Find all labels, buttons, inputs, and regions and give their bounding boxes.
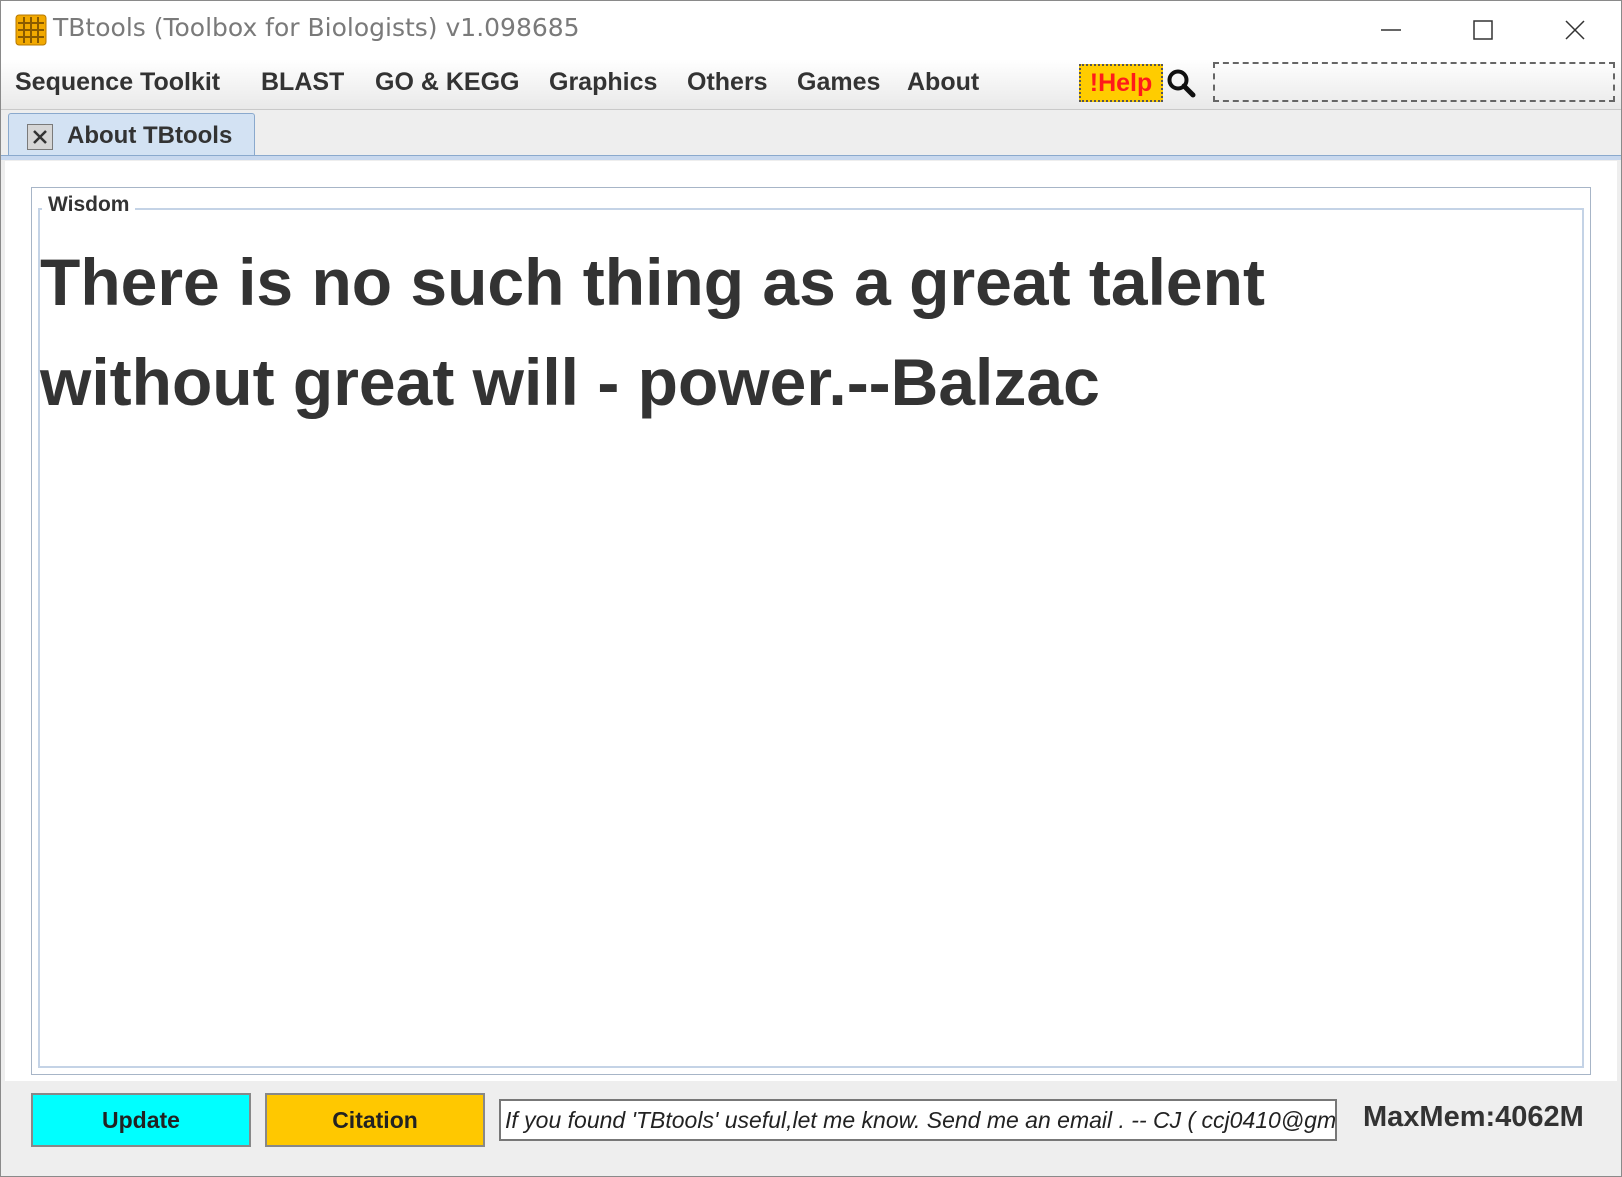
app-logo-icon (15, 14, 47, 46)
citation-button[interactable]: Citation (265, 1093, 485, 1147)
menu-go-kegg[interactable]: GO & KEGG (375, 68, 519, 97)
tab-underline (1, 155, 1621, 160)
contact-message-field[interactable]: If you found 'TBtools' useful,let me kno… (499, 1099, 1337, 1141)
window-title: TBtools (Toolbox for Biologists) v1.0986… (53, 13, 580, 42)
search-input[interactable] (1213, 62, 1615, 102)
maximize-icon (1473, 20, 1493, 40)
update-button[interactable]: Update (31, 1093, 251, 1147)
menu-graphics[interactable]: Graphics (549, 68, 657, 97)
close-window-button[interactable] (1529, 1, 1621, 59)
tab-bar: About TBtools (1, 110, 1621, 160)
citation-button-label: Citation (332, 1106, 418, 1133)
menu-about[interactable]: About (907, 68, 979, 97)
minimize-icon (1381, 29, 1401, 31)
app-window: TBtools (Toolbox for Biologists) v1.0986… (0, 0, 1622, 1177)
tab-about-tbtools[interactable]: About TBtools (8, 113, 255, 156)
maximize-button[interactable] (1437, 1, 1529, 59)
minimize-button[interactable] (1345, 1, 1437, 59)
menu-bar: Sequence Toolkit BLAST GO & KEGG Graphic… (1, 59, 1621, 110)
wisdom-panel: Wisdom There is no such thing as a great… (31, 187, 1591, 1075)
menu-blast[interactable]: BLAST (261, 68, 344, 97)
close-tab-icon (33, 130, 47, 144)
wisdom-quote: There is no such thing as a great talent… (40, 245, 1265, 419)
help-label: !Help (1089, 68, 1153, 97)
tab-content: Wisdom There is no such thing as a great… (5, 161, 1617, 1081)
close-icon (1565, 20, 1585, 40)
menu-games[interactable]: Games (797, 68, 880, 97)
max-memory-label: MaxMem:4062M (1363, 1101, 1584, 1133)
title-bar: TBtools (Toolbox for Biologists) v1.0986… (1, 1, 1621, 59)
wisdom-panel-title: Wisdom (42, 193, 136, 217)
update-button-label: Update (102, 1106, 180, 1133)
menu-others[interactable]: Others (687, 68, 768, 97)
search-icon[interactable] (1166, 68, 1196, 98)
menu-sequence-toolkit[interactable]: Sequence Toolkit (15, 68, 220, 97)
help-button[interactable]: !Help (1079, 64, 1163, 102)
tab-close-button[interactable] (27, 124, 53, 150)
tab-label: About TBtools (67, 122, 233, 149)
